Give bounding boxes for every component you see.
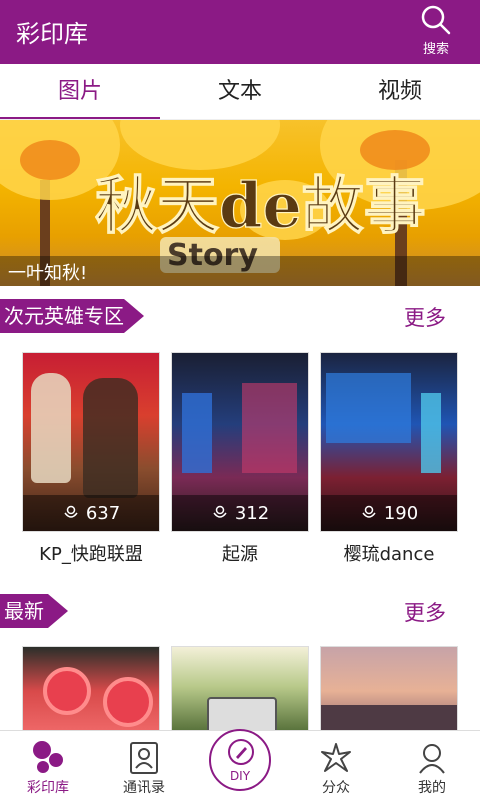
- search-icon: [421, 5, 451, 35]
- latest-thumbnail[interactable]: [22, 646, 160, 736]
- search-button[interactable]: 搜索: [406, 4, 466, 60]
- nav-label: 我的: [418, 780, 446, 796]
- pen-icon: [228, 739, 254, 765]
- stage-screen: [182, 393, 212, 473]
- search-label: 搜索: [422, 42, 449, 57]
- figure-silhouette: [83, 378, 138, 498]
- like-count: 190: [383, 502, 419, 524]
- album-card[interactable]: 637 KP_快跑联盟: [22, 352, 160, 566]
- banner-caption-bar: 一叶知秋!: [0, 256, 480, 286]
- album-name: 樱琉dance: [343, 544, 435, 565]
- app-title: 彩印库: [16, 20, 88, 48]
- album-card[interactable]: 312 起源: [171, 352, 309, 566]
- latest-thumbnail[interactable]: [320, 646, 458, 736]
- star-burst-icon: [321, 743, 351, 772]
- like-count-bar: 190: [321, 495, 457, 531]
- stage-screen: [421, 393, 441, 473]
- nav-item-contacts[interactable]: 通讯录: [96, 731, 192, 800]
- nav-item-segments[interactable]: 分众: [288, 731, 384, 800]
- section-header-new: 最新 更多: [0, 594, 480, 628]
- nav-label: 通讯录: [123, 780, 165, 796]
- app-header: 彩印库 搜索: [0, 0, 480, 64]
- like-count: 312: [234, 502, 270, 524]
- album-card[interactable]: 190 樱琉dance: [320, 352, 458, 566]
- more-link[interactable]: 更多: [404, 597, 446, 627]
- banner-title-text: 秋天de故事: [95, 169, 426, 242]
- album-name: 起源: [222, 544, 258, 565]
- album-thumbnail: 190: [320, 352, 458, 532]
- album-thumbnail: 312: [171, 352, 309, 532]
- tab-text[interactable]: 文本: [160, 64, 320, 119]
- category-tabs: 图片 文本 视频: [0, 64, 480, 120]
- album-name: KP_快跑联盟: [39, 544, 143, 565]
- banner-caption: 一叶知秋!: [8, 263, 88, 284]
- bottom-navigation: 彩印库 通讯录 DIY 分众 我的: [0, 729, 480, 800]
- section-title: 次元英雄专区: [0, 299, 144, 333]
- nav-item-diy[interactable]: DIY: [192, 729, 288, 800]
- section-header-hot: 次元英雄专区 更多: [0, 299, 480, 333]
- like-count-bar: 312: [172, 495, 308, 531]
- figure-silhouette: [31, 373, 71, 483]
- tab-video[interactable]: 视频: [320, 64, 480, 119]
- album-thumbnail: 637: [22, 352, 160, 532]
- flower-icon: [213, 505, 227, 518]
- foliage: [20, 140, 80, 180]
- section-title: 最新: [0, 594, 68, 628]
- flower-icon: [64, 505, 78, 518]
- nav-item-home[interactable]: 彩印库: [0, 731, 96, 800]
- banner-carousel[interactable]: 秋天de故事 Story 一叶知秋!: [0, 120, 480, 286]
- nav-label: DIY: [229, 769, 251, 783]
- dots-icon: [33, 741, 63, 773]
- flower-icon: [362, 505, 376, 518]
- person-icon: [419, 744, 445, 774]
- latest-thumbnail[interactable]: [171, 646, 309, 736]
- like-count: 637: [85, 502, 121, 524]
- like-count-bar: 637: [23, 495, 159, 531]
- nav-label: 分众: [322, 780, 350, 796]
- nav-item-profile[interactable]: 我的: [384, 731, 480, 800]
- contacts-icon: [130, 742, 158, 774]
- nav-label: 彩印库: [27, 780, 69, 796]
- flower-shape: [43, 667, 91, 715]
- diy-button[interactable]: DIY: [209, 729, 271, 791]
- stage-screen: [242, 383, 297, 473]
- tab-images[interactable]: 图片: [0, 64, 160, 119]
- stage-screen: [326, 373, 411, 443]
- more-link[interactable]: 更多: [404, 302, 446, 332]
- flower-shape: [103, 677, 153, 727]
